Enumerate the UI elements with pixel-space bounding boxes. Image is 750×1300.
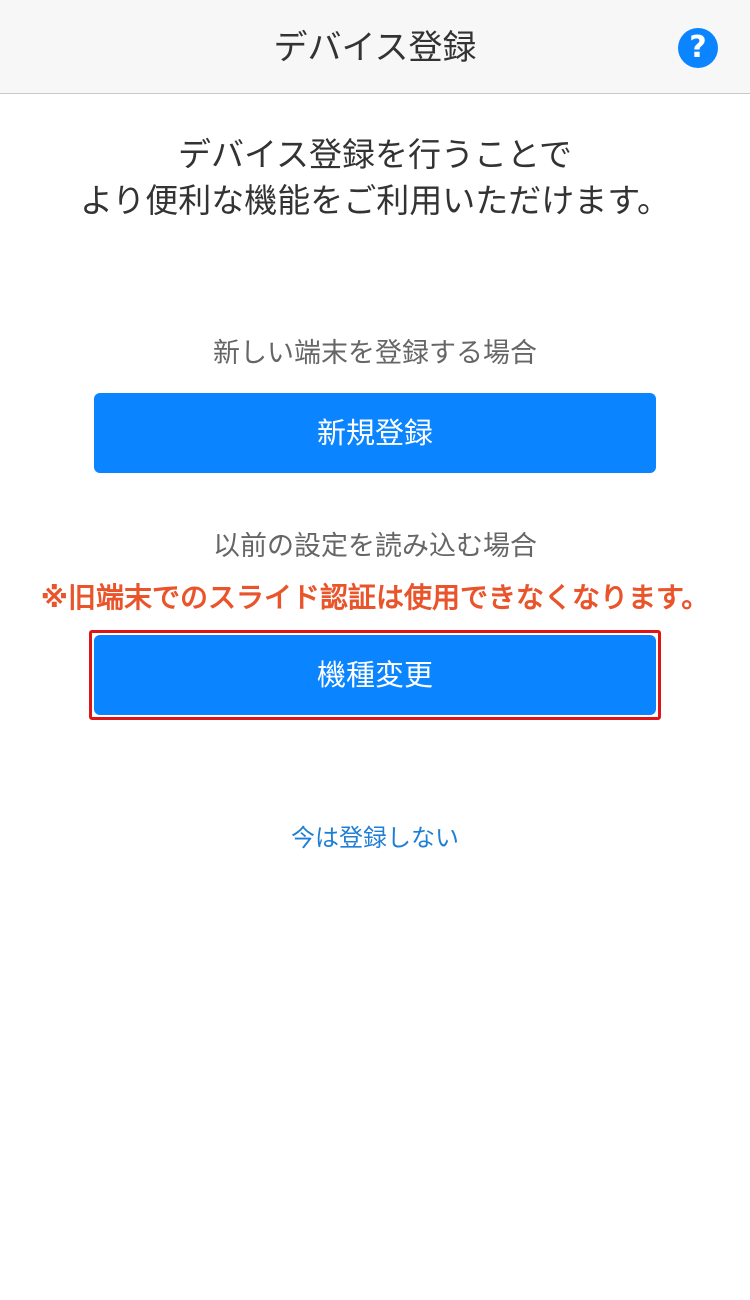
intro-line-2: より便利な機能をご利用いただけます。: [79, 181, 671, 220]
existing-device-label: 以前の設定を読み込む場合: [213, 531, 537, 562]
intro-line-1: デバイス登録を行うことで: [177, 135, 573, 174]
device-change-button[interactable]: 機種変更: [94, 635, 656, 715]
nav-bar: デバイス登録 ?: [0, 0, 750, 94]
question-circle-icon: ?: [689, 30, 707, 65]
new-registration-button[interactable]: 新規登録: [94, 393, 656, 473]
help-button[interactable]: ?: [678, 28, 718, 68]
slide-auth-warning: ※旧端末でのスライド認証は使用できなくなります。: [40, 581, 710, 614]
intro-text: デバイス登録を行うことで より便利な機能をご利用いただけます。: [0, 132, 750, 224]
skip-registration-link[interactable]: 今は登録しない: [0, 822, 750, 854]
new-device-label: 新しい端末を登録する場合: [213, 338, 537, 369]
page-title: デバイス登録: [273, 28, 477, 68]
